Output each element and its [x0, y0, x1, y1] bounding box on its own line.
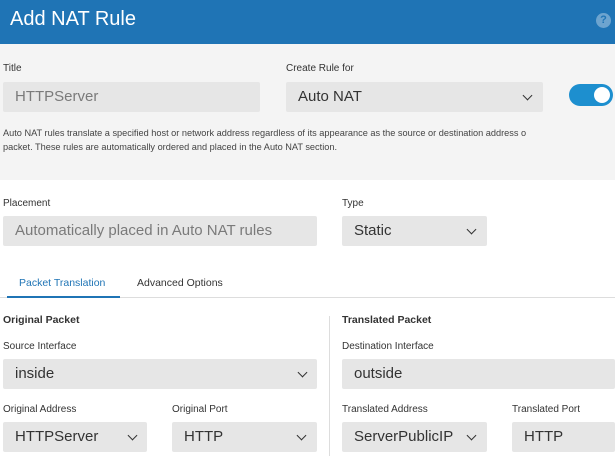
translated-address-value: ServerPublicIP [354, 428, 454, 445]
tab-advanced-options[interactable]: Advanced Options [137, 277, 223, 289]
destination-interface-select[interactable]: outside [342, 359, 615, 389]
auto-nat-description: Auto NAT rules translate a specified hos… [3, 126, 615, 154]
destination-interface-value: outside [354, 365, 403, 382]
chevron-down-icon [296, 430, 307, 441]
translated-address-select[interactable]: ServerPublicIP [342, 422, 487, 452]
source-interface-select[interactable]: inside [3, 359, 317, 389]
help-icon[interactable]: ? [596, 13, 611, 28]
create-rule-toggle[interactable] [569, 84, 613, 106]
chevron-down-icon [466, 224, 477, 235]
translated-port-value: HTTP [524, 428, 564, 445]
dialog-title: Add NAT Rule [10, 8, 136, 30]
placement-label: Placement [3, 198, 51, 209]
type-select[interactable]: Static [342, 216, 487, 246]
original-address-value: HTTPServer [15, 428, 99, 445]
original-packet-title: Original Packet [3, 314, 80, 326]
tab-packet-translation[interactable]: Packet Translation [19, 277, 105, 289]
active-tab-indicator [7, 296, 120, 298]
destination-interface-label: Destination Interface [342, 341, 434, 352]
original-port-select[interactable]: HTTP [172, 422, 317, 452]
chevron-down-icon [466, 430, 477, 441]
chevron-down-icon [522, 90, 533, 101]
description-line-1: Auto NAT rules translate a specified hos… [3, 128, 527, 138]
original-port-value: HTTP [184, 428, 224, 445]
original-port-label: Original Port [172, 404, 228, 415]
create-rule-value: Auto NAT [298, 88, 362, 105]
title-label: Title [3, 63, 22, 74]
create-rule-select[interactable]: Auto NAT [286, 82, 543, 112]
translated-packet-title: Translated Packet [342, 314, 432, 326]
type-label: Type [342, 198, 364, 209]
chevron-down-icon [127, 430, 138, 441]
packet-divider [329, 316, 330, 456]
chevron-down-icon [297, 367, 308, 378]
dialog-header: Add NAT Rule ? [0, 0, 615, 44]
create-rule-label: Create Rule for [286, 63, 354, 74]
translated-address-label: Translated Address [342, 404, 428, 415]
type-value: Static [354, 222, 392, 239]
toggle-knob [594, 87, 610, 103]
original-address-select[interactable]: HTTPServer [3, 422, 147, 452]
source-interface-label: Source Interface [3, 341, 77, 352]
translated-port-select[interactable]: HTTP [512, 422, 615, 452]
translated-port-label: Translated Port [512, 404, 580, 415]
placement-field: Automatically placed in Auto NAT rules [3, 216, 317, 246]
source-interface-value: inside [15, 365, 55, 382]
title-input[interactable]: HTTPServer [3, 82, 260, 112]
description-line-2: packet. These rules are automatically or… [3, 142, 338, 152]
original-address-label: Original Address [3, 404, 77, 415]
